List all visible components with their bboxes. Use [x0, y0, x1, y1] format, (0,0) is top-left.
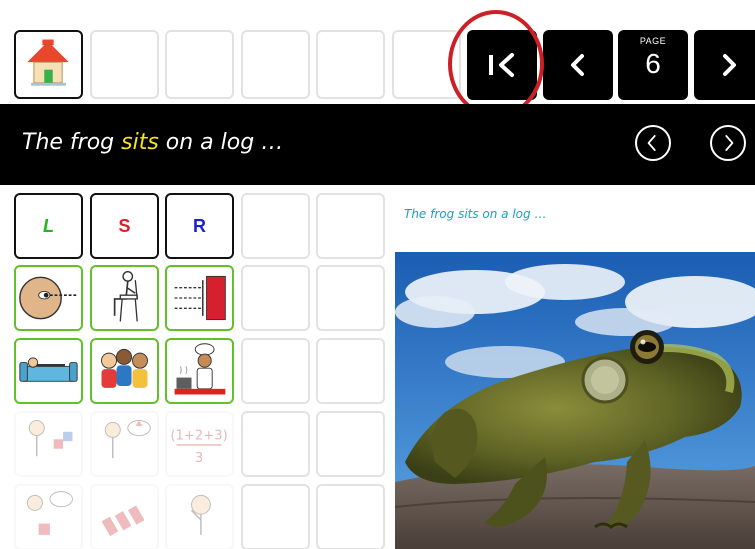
empty-toolbar-cell: [316, 30, 385, 99]
math-icon: (1+2+3) 3: [170, 428, 227, 466]
symbol-faded: [90, 484, 159, 549]
chef-icon: [174, 343, 226, 395]
circle-chevron-right-icon: [725, 135, 734, 151]
letter-l: L: [43, 215, 54, 236]
symbol-sit[interactable]: [90, 265, 159, 331]
frog-photo: [395, 252, 755, 549]
empty-toolbar-cell: [165, 30, 234, 99]
empty-toolbar-cell: [241, 30, 310, 99]
dominoes-icon: [101, 505, 145, 537]
empty-grid-cell: [316, 265, 385, 331]
look-icon: [19, 276, 79, 320]
letter-cell-s[interactable]: S: [90, 193, 159, 259]
next-page-button[interactable]: [694, 30, 755, 100]
symbol-look[interactable]: [14, 265, 83, 331]
symbol-right[interactable]: [165, 265, 234, 331]
sit-icon: [113, 270, 138, 322]
person-speech-icon: [26, 491, 73, 535]
story-page: The frog sits on a log …: [392, 187, 755, 549]
home-button[interactable]: [14, 30, 83, 99]
empty-grid-cell: [241, 265, 310, 331]
person-shapes-icon: [28, 420, 73, 457]
empty-grid-cell: [316, 193, 385, 259]
person-wondering-icon: [191, 494, 211, 535]
sofa-icon: [19, 357, 78, 382]
svg-text:3: 3: [195, 451, 203, 466]
symbol-lazy[interactable]: [14, 338, 83, 404]
page-label: PAGE: [639, 36, 667, 46]
symbol-faded: (1+2+3) 3: [165, 411, 234, 477]
sentence-banner: The frog sits on a log …: [0, 104, 755, 185]
chevron-left-icon: [571, 54, 584, 76]
empty-grid-cell: [316, 484, 385, 549]
empty-grid-cell: [316, 411, 385, 477]
home-icon: [27, 39, 69, 86]
symbol-friends[interactable]: [90, 338, 159, 404]
empty-grid-cell: [241, 411, 310, 477]
symbol-faded: [14, 484, 83, 549]
empty-grid-cell: [241, 193, 310, 259]
focus-highlight-ring: [448, 10, 544, 118]
previous-page-button[interactable]: [543, 30, 613, 100]
right-direction-icon: [174, 275, 226, 321]
symbol-cook[interactable]: [165, 338, 234, 404]
empty-grid-cell: [241, 338, 310, 404]
sentence-text: The frog sits on a log …: [22, 130, 284, 155]
story-caption: The frog sits on a log …: [404, 207, 547, 221]
empty-grid-cell: [241, 484, 310, 549]
page-number: 6: [645, 48, 661, 79]
letter-cell-r[interactable]: R: [165, 193, 234, 259]
symbol-faded: [90, 411, 159, 477]
highlighted-word: sits: [121, 130, 159, 155]
chevron-right-icon: [723, 54, 736, 76]
letter-r: R: [193, 215, 206, 236]
empty-grid-cell: [316, 338, 385, 404]
svg-text:(1+2+3): (1+2+3): [170, 428, 227, 443]
next-sentence-button[interactable]: [710, 125, 746, 161]
symbol-faded: [14, 411, 83, 477]
page-indicator: PAGE 6: [618, 30, 688, 100]
person-thinking-icon: [104, 420, 151, 459]
letter-cell-l[interactable]: L: [14, 193, 83, 259]
friends-icon: [101, 348, 148, 388]
previous-sentence-button[interactable]: [635, 125, 671, 161]
symbol-faded: [165, 484, 234, 549]
letter-s: S: [118, 215, 131, 236]
empty-toolbar-cell: [90, 30, 159, 99]
circle-chevron-left-icon: [647, 135, 656, 151]
